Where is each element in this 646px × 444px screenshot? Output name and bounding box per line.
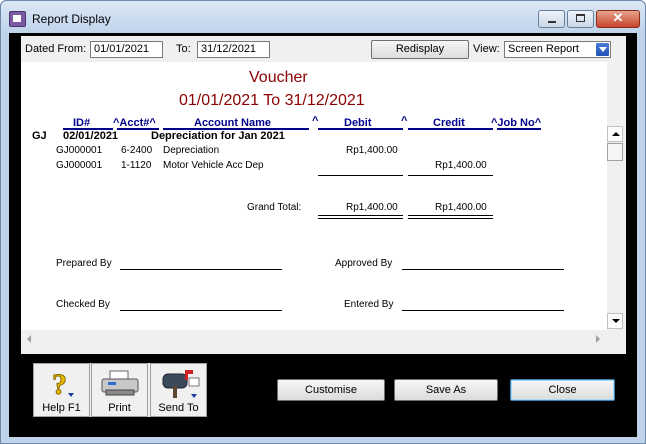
approved-by-label: Approved By (335, 258, 393, 269)
line-account-name: Depreciation (163, 145, 220, 156)
header-underline (408, 128, 493, 130)
report-view: Voucher 01/01/2021 To 31/12/2021 ID# ^Ac… (21, 62, 607, 330)
help-label: Help F1 (42, 402, 81, 414)
line-acct: 1-1120 (121, 160, 152, 171)
line-account-name: Motor Vehicle Acc Dep (163, 160, 264, 171)
minimize-button[interactable] (538, 10, 565, 28)
customise-button[interactable]: Customise (277, 379, 385, 401)
chevron-down-icon[interactable] (596, 43, 609, 56)
scroll-right-button[interactable] (591, 331, 606, 346)
to-label: To: (176, 43, 191, 55)
scroll-down-button[interactable] (607, 313, 623, 329)
subtotal-line (408, 175, 493, 176)
report-title: Voucher (249, 69, 308, 86)
app-icon (9, 11, 26, 27)
help-button[interactable]: ? Help F1 (33, 363, 90, 417)
maximize-icon (576, 14, 585, 22)
grand-total-underline (318, 215, 403, 216)
scroll-thumb[interactable] (607, 143, 623, 161)
grand-total-credit: Rp1,400.00 (435, 202, 487, 213)
view-select-value: Screen Report (508, 43, 579, 55)
send-to-button[interactable]: Send To (150, 363, 207, 417)
printer-icon (101, 370, 139, 396)
window-title: Report Display (32, 12, 111, 26)
report-date-range: 01/01/2021 To 31/12/2021 (179, 92, 365, 109)
arrow-down-icon (612, 319, 620, 323)
line-acct: 6-2400 (121, 145, 153, 156)
filter-toolbar: Dated From: 01/01/2021 To: 31/12/2021 Re… (21, 36, 626, 62)
signature-line (402, 310, 564, 311)
horizontal-scrollbar[interactable] (21, 330, 607, 347)
grand-total-underline (408, 215, 493, 216)
maximize-button[interactable] (567, 10, 594, 28)
title-bar: Report Display ✕ (1, 1, 645, 33)
mailbox-icon (162, 370, 200, 398)
line-debit: Rp1,400.00 (346, 145, 398, 156)
scroll-up-button[interactable] (607, 126, 623, 142)
entered-by-label: Entered By (344, 299, 394, 310)
grand-total-label: Grand Total: (247, 202, 302, 213)
scroll-left-button[interactable] (22, 331, 37, 346)
dated-from-label: Dated From: (25, 43, 87, 55)
report-display-window: Report Display ✕ Dated From: 01/01/2021 … (0, 0, 646, 444)
entry-type: GJ (32, 130, 47, 142)
to-field[interactable]: 31/12/2021 (197, 41, 270, 58)
entry-description: Depreciation for Jan 2021 (151, 130, 285, 142)
checked-by-label: Checked By (56, 299, 110, 310)
close-window-button[interactable]: ✕ (596, 10, 640, 28)
signature-line (402, 269, 564, 270)
close-icon: ✕ (612, 10, 624, 25)
print-label: Print (108, 402, 131, 414)
arrow-up-icon (612, 132, 620, 136)
arrow-left-icon (27, 335, 31, 343)
entry-date: 02/01/2021 (63, 130, 119, 142)
icon-toolbar: ? Help F1 Print Send To (33, 363, 207, 417)
minimize-icon (548, 21, 556, 23)
arrow-right-icon (596, 335, 600, 343)
view-label: View: (473, 43, 500, 55)
save-as-button[interactable]: Save As (394, 379, 498, 401)
prepared-by-label: Prepared By (56, 258, 112, 269)
report-panel: Dated From: 01/01/2021 To: 31/12/2021 Re… (21, 36, 626, 354)
print-button[interactable]: Print (91, 363, 148, 417)
col-header-caret: ^ (312, 115, 319, 127)
header-underline (318, 128, 403, 130)
view-select[interactable]: Screen Report (504, 41, 611, 58)
grand-total-debit: Rp1,400.00 (346, 202, 398, 213)
header-underline (497, 128, 541, 130)
grand-total-underline (408, 218, 493, 219)
svg-text:?: ? (52, 368, 67, 400)
col-header-caret: ^ (401, 115, 408, 127)
client-area: Dated From: 01/01/2021 To: 31/12/2021 Re… (9, 33, 637, 437)
subtotal-line (318, 175, 403, 176)
grand-total-underline (318, 218, 403, 219)
line-credit: Rp1,400.00 (435, 160, 487, 171)
redisplay-button[interactable]: Redisplay (371, 40, 469, 59)
line-id: GJ000001 (56, 145, 103, 156)
close-button[interactable]: Close (510, 379, 615, 401)
send-to-label: Send To (158, 402, 199, 414)
scrollbar-corner (607, 330, 624, 347)
signature-line (120, 269, 282, 270)
vertical-scrollbar[interactable] (607, 126, 624, 330)
line-id: GJ000001 (56, 160, 103, 171)
question-mark-icon: ? (52, 368, 74, 400)
signature-line (120, 310, 282, 311)
dated-from-field[interactable]: 01/01/2021 (90, 41, 163, 58)
